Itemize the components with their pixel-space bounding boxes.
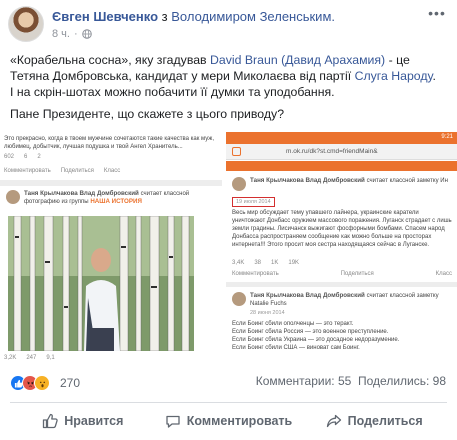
author-avatar[interactable] <box>8 6 44 42</box>
shot1-bottom-counts: 3,2K 247 9,1 <box>4 355 55 361</box>
like-button-label: Нравится <box>64 414 124 428</box>
mention-sluha-narodu-link[interactable]: Слуга Народу <box>355 69 433 83</box>
share-icon <box>326 414 341 428</box>
shot1-count: 6 <box>24 154 28 160</box>
shot2-date-highlight: 19 июля 2014 <box>232 197 275 207</box>
post-text-run: «Корабельна сосна», яку згадував <box>10 53 210 67</box>
shot1-name: Таня Крылчакова Влад Домбровский <box>24 190 139 197</box>
shot2-header: Таня Крылчакова Влад Домбровский считает… <box>250 177 455 185</box>
shot2-name: Таня Крылчакова Влад Домбровский <box>250 177 365 184</box>
putin-birch-forest-photo <box>8 216 194 351</box>
shot2-counts: 3,4K 38 1K 19K <box>232 260 299 266</box>
more-options-icon[interactable]: ••• <box>427 6 447 22</box>
reaction-icons[interactable] <box>10 375 50 391</box>
shot2-share-label: Поделиться <box>340 271 374 277</box>
thumbs-up-icon <box>43 413 58 429</box>
reactions-bar: 270 Комментарии: 55 Поделились: 98 <box>10 374 450 392</box>
post-header: Євген Шевченко з Володимиром Зеленським.… <box>8 6 449 44</box>
shot1-divider <box>0 180 222 186</box>
like-button[interactable]: Нравится <box>10 406 156 436</box>
shares-count-link[interactable]: Поделились: 98 <box>358 374 446 388</box>
shot1-count: 2 <box>37 154 41 160</box>
with-text: з <box>158 9 172 24</box>
post-paragraph-1: «Корабельна сосна», яку згадував David B… <box>10 52 448 100</box>
shot2-count: 38 <box>254 260 262 266</box>
globe-icon <box>81 29 92 39</box>
shot1-group-name: НАША ИСТОРИЯ <box>90 198 142 205</box>
post-text-run: . <box>432 69 436 83</box>
mention-david-braun-link[interactable]: David Braun (Давид Арахамия) <box>210 53 385 67</box>
shot2-count: 3,4K <box>232 260 245 266</box>
post-actions: Нравится Комментировать Поделиться <box>10 406 447 436</box>
shot2-avatar-2 <box>232 292 246 306</box>
shot2-comment-label: Комментировать <box>232 271 279 277</box>
post-meta: 8 ч. · <box>52 28 92 40</box>
post-paragraph-2: І на скрін-шотах можно побачити її думки… <box>10 85 335 99</box>
shot2-url: m.ok.ru/dk?st.cmd=friendMain& <box>286 148 378 155</box>
screenshot-photo-2[interactable]: 9:21 m.ok.ru/dk?st.cmd=friendMain& Таня … <box>226 132 457 368</box>
shot1-comment-label: Комментировать <box>4 168 51 174</box>
share-button[interactable]: Поделиться <box>301 406 447 436</box>
post-author-line: Євген Шевченко з Володимиром Зеленським. <box>52 9 335 24</box>
shot2-actions: Комментировать Поделиться Класс <box>232 271 452 277</box>
shot2-avatar <box>232 177 246 191</box>
shot1-actions: Комментировать Поделиться Класс <box>4 168 220 174</box>
shot2-addressbar: m.ok.ru/dk?st.cmd=friendMain& <box>226 144 457 160</box>
shot2-body-2: Если Боинг сбили ополченцы — это теракт.… <box>232 321 400 351</box>
shot2-body: Весь мир обсуждает тему упавшего лайнера… <box>232 210 452 248</box>
share-button-label: Поделиться <box>347 414 423 428</box>
wow-reaction-icon <box>34 375 50 391</box>
shot2-ok-toolbar <box>226 161 457 171</box>
comments-count-link[interactable]: Комментарии: 55 <box>256 374 352 388</box>
meta-separator: · <box>73 28 78 40</box>
shot2-header-2: Таня Крылчакова Влад Домбровский считает… <box>250 292 455 308</box>
comment-icon <box>166 415 180 428</box>
shot1-count: 3,2K <box>4 355 17 361</box>
author-name-link[interactable]: Євген Шевченко <box>52 9 158 24</box>
shot1-header: Таня Крылчакова Влад Домбровский считает… <box>24 190 220 206</box>
post-photos: Это прекрасно, когда в твоем мужчине соч… <box>0 132 457 368</box>
shot2-divider <box>226 282 457 287</box>
shot1-avatar <box>6 190 20 204</box>
shot2-klass-label: Класс <box>435 271 452 277</box>
shot1-count: 602 <box>4 154 15 160</box>
post-stats: Комментарии: 55 Поделились: 98 <box>256 374 446 388</box>
shot1-count: 247 <box>26 355 37 361</box>
post-text: «Корабельна сосна», яку згадував David B… <box>10 52 448 128</box>
shot1-count: 9,1 <box>46 355 55 361</box>
shot2-liked-note: считает классной заметку Ин <box>366 178 448 184</box>
post-timestamp[interactable]: 8 ч. <box>52 28 70 40</box>
shot2-status-time: 9:21 <box>441 134 453 140</box>
shot2-statusbar: 9:21 <box>226 132 457 144</box>
screenshot-photo-1[interactable]: Это прекрасно, когда в твоем мужчине соч… <box>0 132 224 368</box>
shot1-klass-label: Класс <box>103 168 121 174</box>
shot1-share-label: Поделиться <box>60 168 94 174</box>
shot2-count: 19K <box>288 260 300 266</box>
shot2-date-2: 28 июня 2014 <box>250 310 285 316</box>
shot1-quote: Это прекрасно, когда в твоем мужчине соч… <box>4 136 214 150</box>
shot2-name-2: Таня Крылчакова Влад Домбровский <box>250 292 365 299</box>
shot2-home-icon <box>232 147 241 156</box>
shot1-top-counts: 602 6 2 <box>4 154 41 160</box>
comment-button-label: Комментировать <box>186 414 293 428</box>
actions-divider <box>10 402 447 403</box>
reactions-count[interactable]: 270 <box>60 376 80 390</box>
post-paragraph-3: Пане Президенте, що скажете з цього прив… <box>10 107 285 121</box>
tagged-person-link[interactable]: Володимиром Зеленським. <box>171 9 335 24</box>
comment-button[interactable]: Комментировать <box>156 406 302 436</box>
shot2-count: 1K <box>271 260 279 266</box>
facebook-post: Євген Шевченко з Володимиром Зеленським.… <box>0 0 457 440</box>
